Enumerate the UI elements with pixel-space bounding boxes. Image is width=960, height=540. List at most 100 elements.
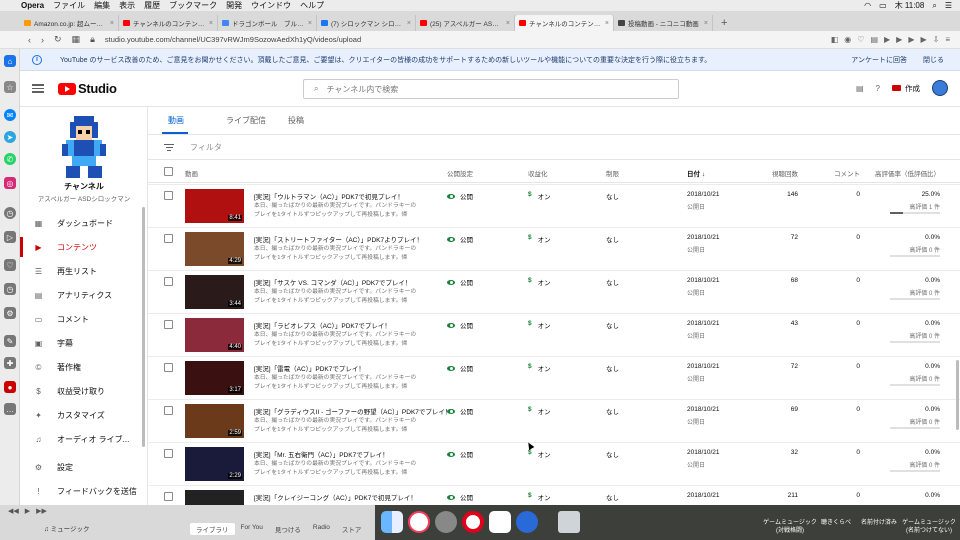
visibility-status[interactable]: 公開 bbox=[447, 363, 473, 373]
video-thumbnail[interactable]: 2:59 bbox=[185, 404, 244, 438]
play-icon[interactable]: ▶ bbox=[25, 507, 30, 515]
youtube-studio-logo[interactable]: Studio bbox=[58, 81, 117, 96]
desktop-folder-label[interactable]: 聴きくらべ bbox=[816, 519, 856, 527]
browser-tab[interactable]: (25) アスペルガー ASDシロック× bbox=[416, 15, 515, 31]
visibility-status[interactable]: 公開 bbox=[447, 277, 473, 287]
menu-develop[interactable]: 開発 bbox=[226, 0, 242, 11]
menu-window[interactable]: ウインドウ bbox=[251, 0, 291, 11]
app-icon[interactable] bbox=[489, 511, 511, 533]
close-tab-icon[interactable]: × bbox=[110, 20, 114, 27]
itunes-tab-radio[interactable]: Radio bbox=[307, 523, 336, 535]
nav-item-dashboard[interactable]: ▦ ダッシュボード bbox=[20, 213, 144, 233]
opera-icon[interactable] bbox=[462, 511, 484, 533]
browser-tab[interactable]: (7) シロックマン シロックマン× bbox=[317, 15, 416, 31]
itunes-tab-store[interactable]: ストア bbox=[336, 523, 368, 535]
extension-icon[interactable]: ● bbox=[4, 381, 16, 393]
back-icon[interactable]: ‹ bbox=[28, 35, 31, 45]
rewind-icon[interactable]: ◀◀ bbox=[8, 507, 19, 515]
menu-file[interactable]: ファイル bbox=[53, 0, 85, 11]
video-title[interactable]: [実況]「サスケ VS. コマンダ（AC）」PDK7でプレイ！ bbox=[254, 277, 411, 287]
select-all-checkbox[interactable] bbox=[164, 167, 173, 176]
star-icon[interactable]: ☆ bbox=[4, 81, 16, 93]
nav-item-audio-library[interactable]: ♫ オーディオ ライブ... bbox=[20, 429, 144, 449]
nav-item-dollar[interactable]: $ 収益受け取り bbox=[20, 381, 144, 401]
extension-icon[interactable]: ◧ bbox=[831, 35, 839, 44]
video-title[interactable]: [実況]「クレイジーコング（AC）」PDK7で初見プレイ！ bbox=[254, 492, 417, 502]
trash-icon[interactable] bbox=[558, 511, 580, 533]
menu-help[interactable]: ヘルプ bbox=[300, 0, 324, 11]
system-preferences-icon[interactable] bbox=[435, 511, 457, 533]
visibility-status[interactable]: 公開 bbox=[447, 320, 473, 330]
browser-tab[interactable]: ドラゴンボール ブルマ うきは× bbox=[218, 15, 317, 31]
player-icon[interactable]: ▷ bbox=[4, 231, 16, 243]
table-row[interactable]: 2:29 [実況]「Mr. 五右衛門（AC）」PDK7でプレイ！ 本日、撮ったばかり… bbox=[148, 443, 960, 486]
header-views[interactable]: 視聴回数 bbox=[748, 168, 798, 178]
video-title[interactable]: [実況]「グラディウスII - ゴーファーの野望（AC）」PDK7でプレイ！ bbox=[254, 406, 451, 416]
extension-icon[interactable]: ▶ bbox=[884, 35, 890, 44]
extensions-icon[interactable]: ✚ bbox=[4, 357, 16, 369]
visibility-status[interactable]: 公開 bbox=[447, 492, 473, 502]
video-thumbnail[interactable]: 3:17 bbox=[185, 361, 244, 395]
row-checkbox[interactable] bbox=[164, 320, 173, 329]
download-icon[interactable]: ⇩ bbox=[933, 35, 940, 44]
monetization-status[interactable]: $ オン bbox=[528, 406, 551, 416]
table-row[interactable]: 2:59 [実況]「グラディウスII - ゴーファーの野望（AC）」PDK7でプレ… bbox=[148, 400, 960, 443]
monetization-status[interactable]: $ オン bbox=[528, 492, 551, 502]
table-row[interactable]: 4:29 [実況]「ストリートファイター（AC）」PDK7よりプレイ！ 本日、撮った… bbox=[148, 228, 960, 271]
row-checkbox[interactable] bbox=[164, 277, 173, 286]
wifi-icon[interactable]: ◠ bbox=[864, 1, 871, 10]
page-scrollbar[interactable] bbox=[956, 360, 959, 430]
header-monetization[interactable]: 収益化 bbox=[528, 168, 548, 178]
menu-history[interactable]: 履歴 bbox=[144, 0, 160, 11]
new-tab-button[interactable]: + bbox=[713, 17, 735, 31]
video-thumbnail[interactable] bbox=[185, 490, 244, 505]
video-thumbnail[interactable]: 2:29 bbox=[185, 447, 244, 481]
nav-item-copyright[interactable]: © 著作権 bbox=[20, 357, 144, 377]
forward-icon[interactable]: ▶▶ bbox=[36, 507, 47, 515]
close-tab-icon[interactable]: × bbox=[704, 20, 708, 27]
itunes-icon[interactable] bbox=[408, 511, 430, 533]
menu-icon[interactable] bbox=[32, 84, 44, 93]
survey-button[interactable]: アンケートに回答 bbox=[851, 55, 907, 65]
whatsapp-icon[interactable]: ✆ bbox=[4, 153, 16, 165]
home-icon[interactable]: ⌂ bbox=[4, 55, 16, 67]
row-checkbox[interactable] bbox=[164, 492, 173, 501]
visibility-status[interactable]: 公開 bbox=[447, 449, 473, 459]
extension-icon[interactable]: ▶ bbox=[908, 35, 914, 44]
table-row[interactable]: 3:17 [実況]「雷電（AC）」PDK7でプレイ！ 本日、撮ったばかりの最新の実況… bbox=[148, 357, 960, 400]
tabs-grid-icon[interactable]: ▦ bbox=[72, 34, 81, 45]
itunes-tab-library[interactable]: ライブラリ bbox=[190, 523, 235, 535]
menu-view[interactable]: 表示 bbox=[119, 0, 135, 11]
monetization-status[interactable]: $ オン bbox=[528, 234, 551, 244]
pin-icon[interactable]: ✎ bbox=[4, 335, 16, 347]
nav-item-subtitles[interactable]: ▣ 字幕 bbox=[20, 333, 144, 353]
extension-icon[interactable]: ▤ bbox=[870, 35, 878, 44]
channel-avatar[interactable] bbox=[60, 116, 108, 178]
header-visibility[interactable]: 公開設定 bbox=[447, 168, 473, 178]
row-checkbox[interactable] bbox=[164, 449, 173, 458]
close-tab-icon[interactable]: × bbox=[407, 20, 411, 27]
header-rating[interactable]: 高評価率（低評価比） bbox=[860, 168, 940, 178]
browser-tab[interactable]: チャンネルのコンテンツ - YouT× bbox=[515, 15, 614, 31]
quicktime-icon[interactable] bbox=[516, 511, 538, 533]
heart-icon[interactable]: ♡ bbox=[857, 35, 864, 44]
visibility-status[interactable]: 公開 bbox=[447, 191, 473, 201]
close-tab-icon[interactable]: × bbox=[209, 20, 213, 27]
nav-item-analytics[interactable]: ▤ アナリティクス bbox=[20, 285, 144, 305]
clock[interactable]: 木 11:08 bbox=[895, 0, 925, 11]
nav-item-gear[interactable]: ⚙ 設定 bbox=[20, 457, 144, 477]
video-title[interactable]: [実況]「Mr. 五右衛門（AC）」PDK7でプレイ！ bbox=[254, 449, 389, 459]
video-thumbnail[interactable]: 8:41 bbox=[185, 189, 244, 223]
forward-icon[interactable]: › bbox=[41, 35, 44, 45]
menu-bookmarks[interactable]: ブックマーク bbox=[169, 0, 217, 11]
camera-icon[interactable]: ◉ bbox=[844, 35, 851, 44]
visibility-status[interactable]: 公開 bbox=[447, 406, 473, 416]
close-banner-button[interactable]: 閉じる bbox=[923, 55, 944, 65]
close-tab-icon[interactable]: × bbox=[308, 20, 312, 27]
spotlight-icon[interactable]: ⌕ bbox=[932, 1, 936, 11]
header-video[interactable]: 動画 bbox=[185, 168, 198, 178]
itunes-media-select[interactable]: ♫ ミュージック bbox=[44, 523, 90, 533]
monetization-status[interactable]: $ オン bbox=[528, 320, 551, 330]
browser-tab[interactable]: 投稿動画 - ニコニコ動画 × bbox=[614, 15, 713, 31]
table-row[interactable]: 4:40 [実況]「ラビオレプス（AC）」PDK7でプレイ！ 本日、撮ったばかりの最… bbox=[148, 314, 960, 357]
